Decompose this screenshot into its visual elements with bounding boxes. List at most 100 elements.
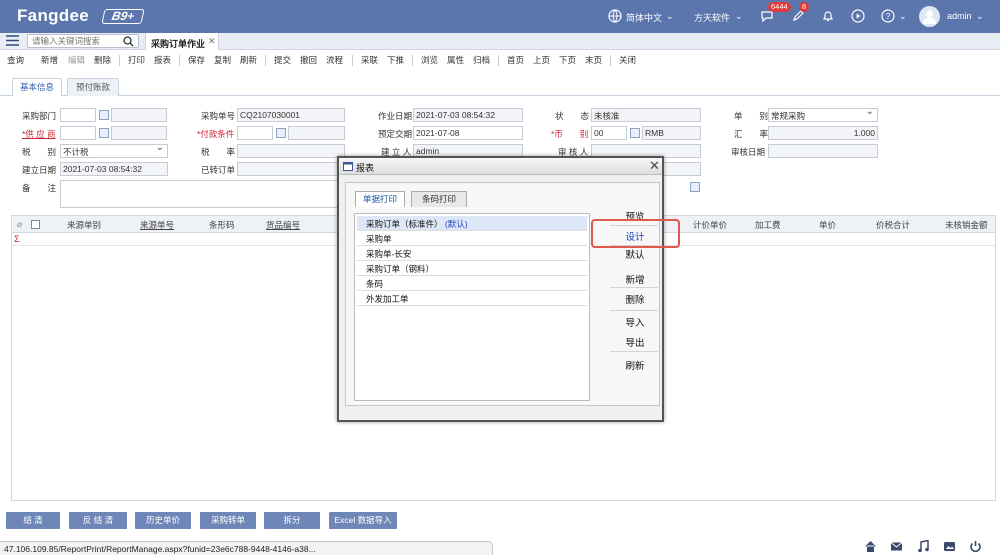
col-total[interactable]: 价税合计 bbox=[876, 219, 910, 231]
search-input[interactable] bbox=[32, 36, 122, 46]
lookup-icon[interactable] bbox=[276, 128, 286, 138]
refresh-button[interactable]: 刷新 bbox=[240, 54, 257, 66]
purchase-dept-label: 采购部门 bbox=[22, 111, 57, 121]
col-source-no[interactable]: 来源单号 bbox=[140, 219, 174, 231]
chevron-down-icon[interactable]: ⌄ bbox=[899, 11, 907, 22]
withdraw-button[interactable]: 撤回 bbox=[300, 54, 317, 66]
tax-type-select[interactable]: 不计税 bbox=[60, 144, 168, 158]
tab-document-print[interactable]: 单据打印 bbox=[355, 191, 405, 207]
print-button[interactable]: 打印 bbox=[128, 54, 145, 66]
home-icon[interactable] bbox=[864, 540, 877, 553]
next-page-button[interactable]: 下页 bbox=[559, 54, 576, 66]
lookup-icon[interactable] bbox=[99, 128, 109, 138]
purchase-transfer-button[interactable]: 采购转单 bbox=[200, 512, 256, 529]
link-button[interactable]: 采联 bbox=[361, 54, 378, 66]
tab-purchase-order[interactable]: 采购订单作业 ✕ bbox=[145, 33, 219, 50]
company-selector[interactable]: 方天软件 bbox=[694, 11, 730, 24]
refresh-report-button[interactable]: 刷新 bbox=[612, 358, 658, 372]
list-item[interactable]: 采购订单（钢料） bbox=[357, 261, 587, 276]
globe-icon[interactable] bbox=[608, 9, 622, 23]
chevron-down-icon[interactable]: ⌄ bbox=[735, 11, 743, 22]
export-button[interactable]: 导出 bbox=[612, 335, 658, 349]
doc-type-select[interactable]: 常规采购 bbox=[768, 108, 878, 122]
supplier-code[interactable] bbox=[60, 126, 96, 140]
lookup-icon[interactable] bbox=[99, 110, 109, 120]
lookup-icon[interactable] bbox=[690, 182, 700, 192]
pay-terms-code[interactable] bbox=[237, 126, 273, 140]
col-unit-price-calc[interactable]: 计价单价 bbox=[693, 219, 727, 231]
col-processing-fee[interactable]: 加工费 bbox=[755, 219, 781, 231]
add-button[interactable]: 新增 bbox=[41, 54, 58, 66]
rate-label: 汇 率 bbox=[734, 129, 769, 139]
currency-code[interactable]: 00 bbox=[591, 126, 627, 140]
last-page-button[interactable]: 末页 bbox=[585, 54, 602, 66]
close-icon[interactable]: ✕ bbox=[649, 158, 660, 174]
lookup-icon[interactable] bbox=[630, 128, 640, 138]
history-price-button[interactable]: 历史单价 bbox=[135, 512, 191, 529]
col-unverified-amount[interactable]: 未核销金额 bbox=[945, 219, 988, 231]
bell-icon[interactable] bbox=[821, 9, 835, 23]
music-icon[interactable] bbox=[917, 540, 930, 553]
menu-icon[interactable] bbox=[6, 35, 19, 46]
dialog-title-bar[interactable]: 报表 ✕ bbox=[339, 158, 662, 175]
attachment-icon[interactable]: ⌀ bbox=[17, 219, 22, 230]
col-unit-price[interactable]: 单价 bbox=[819, 219, 836, 231]
picture-icon[interactable] bbox=[943, 540, 956, 553]
list-item[interactable]: 外发加工单 bbox=[357, 291, 587, 306]
close-button[interactable]: 关闭 bbox=[619, 54, 636, 66]
task-button[interactable]: 8 bbox=[791, 2, 810, 23]
add-report-button[interactable]: 新增 bbox=[612, 272, 658, 286]
currency-name: RMB bbox=[642, 126, 701, 140]
list-item[interactable]: 条码 bbox=[357, 276, 587, 291]
message-button[interactable]: 6444 bbox=[760, 2, 791, 23]
properties-button[interactable]: 属性 bbox=[447, 54, 464, 66]
delivery-date-field[interactable]: 2021-07-08 bbox=[413, 126, 523, 140]
chevron-down-icon[interactable]: ⌄ bbox=[976, 11, 984, 22]
play-icon[interactable] bbox=[851, 9, 865, 23]
copy-button[interactable]: 复制 bbox=[214, 54, 231, 66]
unsettle-button[interactable]: 反 结 清 bbox=[69, 512, 127, 529]
delete-button[interactable]: 删除 bbox=[94, 54, 111, 66]
list-item[interactable]: 采购单 bbox=[357, 231, 587, 246]
col-item-no[interactable]: 货品编号 bbox=[266, 219, 300, 231]
default-button[interactable]: 默认 bbox=[612, 247, 658, 261]
prev-page-button[interactable]: 上页 bbox=[533, 54, 550, 66]
edit-button[interactable]: 编辑 bbox=[68, 54, 85, 66]
col-source-type[interactable]: 来源单别 bbox=[67, 219, 101, 231]
push-down-button[interactable]: 下推 bbox=[387, 54, 404, 66]
delete-report-button[interactable]: 删除 bbox=[612, 292, 658, 306]
select-all-checkbox[interactable] bbox=[31, 220, 40, 229]
dialog-panel: 单据打印 条码打印 采购订单（标准件） (默认) 采购单 采购单-长安 采购订单… bbox=[345, 182, 660, 406]
list-item[interactable]: 采购订单（标准件） (默认) bbox=[357, 216, 587, 231]
archive-button[interactable]: 归档 bbox=[473, 54, 490, 66]
col-barcode[interactable]: 条形码 bbox=[209, 219, 235, 231]
split-button[interactable]: 拆分 bbox=[264, 512, 320, 529]
import-button[interactable]: 导入 bbox=[612, 315, 658, 329]
remark-field[interactable] bbox=[60, 180, 340, 208]
tab-basic-info[interactable]: 基本信息 bbox=[12, 78, 62, 96]
save-button[interactable]: 保存 bbox=[188, 54, 205, 66]
power-icon[interactable] bbox=[969, 540, 982, 553]
avatar[interactable] bbox=[919, 6, 940, 27]
purchase-dept-code[interactable] bbox=[60, 108, 96, 122]
query-button[interactable]: 查询 bbox=[7, 54, 24, 66]
settle-button[interactable]: 结 清 bbox=[6, 512, 60, 529]
chevron-down-icon[interactable]: ⌄ bbox=[666, 11, 674, 22]
tab-prepayment[interactable]: 预付账款 bbox=[67, 78, 119, 96]
brand-logo[interactable]: Fangdee bbox=[17, 6, 89, 26]
report-button[interactable]: 报表 bbox=[154, 54, 171, 66]
search-icon[interactable] bbox=[123, 36, 134, 47]
mail-icon[interactable] bbox=[890, 540, 903, 553]
submit-button[interactable]: 提交 bbox=[274, 54, 291, 66]
language-selector[interactable]: 简体中文 bbox=[626, 11, 662, 24]
close-icon[interactable]: ✕ bbox=[208, 36, 216, 47]
excel-import-button[interactable]: Excel 数据导入 bbox=[329, 512, 397, 529]
user-name[interactable]: admin bbox=[947, 11, 972, 21]
help-icon[interactable]: ? bbox=[881, 9, 895, 23]
workflow-button[interactable]: 流程 bbox=[326, 54, 343, 66]
tab-barcode-print[interactable]: 条码打印 bbox=[411, 191, 467, 207]
browse-button[interactable]: 浏览 bbox=[421, 54, 438, 66]
supplier-label[interactable]: *供 应 商 bbox=[22, 128, 56, 140]
first-page-button[interactable]: 首页 bbox=[507, 54, 524, 66]
list-item[interactable]: 采购单-长安 bbox=[357, 246, 587, 261]
